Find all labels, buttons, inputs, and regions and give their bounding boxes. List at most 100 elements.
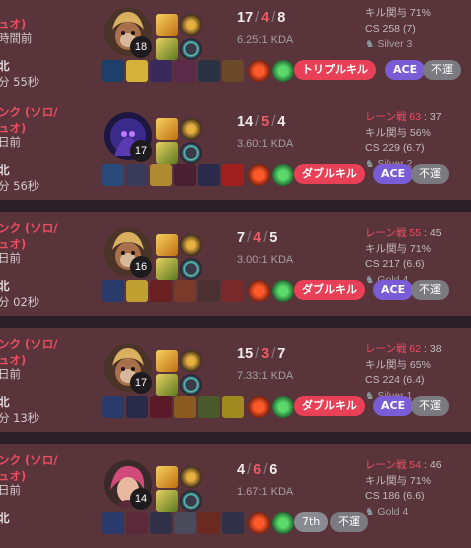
- smite-spell-icon[interactable]: [156, 258, 178, 280]
- smite-spell-icon[interactable]: [156, 490, 178, 512]
- item-slot[interactable]: [174, 60, 196, 82]
- ward-trinket-icon[interactable]: [248, 512, 270, 534]
- kills: 7: [237, 230, 246, 246]
- ward-trinket-icon[interactable]: [248, 164, 270, 186]
- kda-ratio: 7.33:1 KDA: [237, 370, 294, 382]
- keystone-rune-icon[interactable]: [180, 234, 202, 256]
- match-card[interactable]: ンク (ソロ/ュオ) 日前北分 13秒 17 15/3/7 7.33:1 KDA レーン戦…: [0, 328, 471, 432]
- item-slot[interactable]: [174, 280, 196, 302]
- secondary-rune-icon[interactable]: [180, 258, 202, 280]
- ward-trinket-icon[interactable]: [248, 60, 270, 82]
- item-slot[interactable]: [174, 512, 196, 534]
- match-result: 北: [0, 59, 10, 73]
- keystone-rune-icon[interactable]: [180, 466, 202, 488]
- kda-score: 7/4/5: [237, 230, 278, 246]
- kda-ratio: 1.67:1 KDA: [237, 486, 294, 498]
- kda-score: 15/3/7: [237, 346, 286, 362]
- secondary-rune-icon[interactable]: [180, 38, 202, 60]
- ward-trinket-icon[interactable]: [248, 280, 270, 302]
- item-slot[interactable]: [102, 164, 124, 186]
- control-ward-icon[interactable]: [272, 396, 294, 418]
- tier-emblem-icon: ♞: [365, 157, 375, 170]
- bad-luck-badge: 不運: [411, 280, 449, 300]
- item-slot[interactable]: [198, 164, 220, 186]
- item-slot[interactable]: [126, 164, 148, 186]
- item-slot[interactable]: [150, 280, 172, 302]
- item-slot[interactable]: [222, 512, 244, 534]
- item-slot[interactable]: [198, 396, 220, 418]
- ace-badge: ACE: [385, 60, 426, 80]
- item-slot[interactable]: [102, 60, 124, 82]
- control-ward-icon[interactable]: [272, 164, 294, 186]
- keystone-rune-icon[interactable]: [180, 118, 202, 140]
- secondary-rune-icon[interactable]: [180, 490, 202, 512]
- keystone-rune-icon[interactable]: [180, 14, 202, 36]
- item-slot[interactable]: [150, 164, 172, 186]
- item-slot[interactable]: [150, 396, 172, 418]
- match-stats: レーン戦 54 : 46 キル関与 71% CS 186 (6.6) ♞ Gold 4: [365, 458, 471, 520]
- kda-score: 17/4/8: [237, 10, 286, 26]
- match-stats: キル関与 71% CS 258 (7) ♞ Silver 3: [365, 6, 471, 53]
- kills: 14: [237, 114, 254, 130]
- bad-luck-badge: 不運: [411, 396, 449, 416]
- flash-spell-icon[interactable]: [156, 234, 178, 256]
- match-result: 北: [0, 395, 10, 409]
- item-slot[interactable]: [198, 512, 220, 534]
- kill-participation: キル関与 71%: [365, 474, 431, 487]
- queue-type-line1: ンク (ソロ/: [0, 221, 58, 235]
- item-slot[interactable]: [102, 512, 124, 534]
- item-slot[interactable]: [198, 280, 220, 302]
- item-slot[interactable]: [198, 60, 220, 82]
- champion-level: 18: [130, 36, 152, 58]
- time-ago: 時間前: [0, 31, 33, 45]
- match-stats: レーン戦 63 : 37キル関与 56%CS 229 (6.7)♞ Silver…: [365, 110, 471, 172]
- control-ward-icon[interactable]: [272, 60, 294, 82]
- match-card[interactable]: ンク (ソロ/ュオ) 日前北分 02秒 16 7/4/5 3.00:1 KDA レーン戦 …: [0, 212, 471, 316]
- match-duration: 分 56秒: [0, 179, 40, 193]
- kda-score: 14/5/4: [237, 114, 286, 130]
- flash-spell-icon[interactable]: [156, 350, 178, 372]
- item-slot[interactable]: [222, 164, 244, 186]
- kda-ratio: 6.25:1 KDA: [237, 34, 294, 46]
- smite-spell-icon[interactable]: [156, 38, 178, 60]
- item-slot[interactable]: [126, 60, 148, 82]
- item-slot[interactable]: [222, 396, 244, 418]
- item-slot[interactable]: [126, 280, 148, 302]
- item-slot[interactable]: [174, 396, 196, 418]
- smite-spell-icon[interactable]: [156, 374, 178, 396]
- average-tier: ♞ Gold 4: [365, 505, 409, 518]
- item-slot[interactable]: [174, 164, 196, 186]
- item-slot[interactable]: [102, 280, 124, 302]
- keystone-rune-icon[interactable]: [180, 350, 202, 372]
- control-ward-icon[interactable]: [272, 280, 294, 302]
- deaths: 6: [253, 462, 262, 478]
- smite-spell-icon[interactable]: [156, 142, 178, 164]
- kda-ratio: 3.00:1 KDA: [237, 254, 294, 266]
- match-card[interactable]: ュオ) 時間前北分 55秒 18 17/4/8 6.25:1 KDA キル関与 71% C…: [0, 0, 471, 96]
- ward-trinket-icon[interactable]: [248, 396, 270, 418]
- secondary-rune-icon[interactable]: [180, 374, 202, 396]
- item-slot[interactable]: [150, 512, 172, 534]
- time-ago: 日前: [0, 251, 21, 265]
- time-ago: 日前: [0, 135, 21, 149]
- flash-spell-icon[interactable]: [156, 14, 178, 36]
- match-info: ンク (ソロ/ュオ) 日前北分 13秒: [0, 328, 98, 432]
- creep-score: CS 258 (7): [365, 22, 416, 35]
- match-duration: 分 13秒: [0, 411, 40, 425]
- item-slot[interactable]: [126, 512, 148, 534]
- match-card[interactable]: ンク (ソロ/ュオ) 日前北分 56秒 17 14/5/4 3.60:1 KDA レーン戦…: [0, 96, 471, 200]
- item-slot[interactable]: [102, 396, 124, 418]
- control-ward-icon[interactable]: [272, 512, 294, 534]
- flash-spell-icon[interactable]: [156, 466, 178, 488]
- secondary-rune-icon[interactable]: [180, 142, 202, 164]
- item-slot[interactable]: [150, 60, 172, 82]
- flash-spell-icon[interactable]: [156, 118, 178, 140]
- item-slot[interactable]: [222, 60, 244, 82]
- assists: 8: [277, 10, 286, 26]
- kill-participation: キル関与 56%: [365, 126, 431, 139]
- item-slot[interactable]: [126, 396, 148, 418]
- item-slot[interactable]: [222, 280, 244, 302]
- match-stats: レーン戦 55 : 45キル関与 71%CS 217 (6.6)♞ Gold 4: [365, 226, 471, 288]
- match-card[interactable]: ンク (ソロ/ュオ) 日前北 14 4/6/6 1.67:1 KDA レーン戦 54 : …: [0, 444, 471, 548]
- champion-level: 14: [130, 488, 152, 510]
